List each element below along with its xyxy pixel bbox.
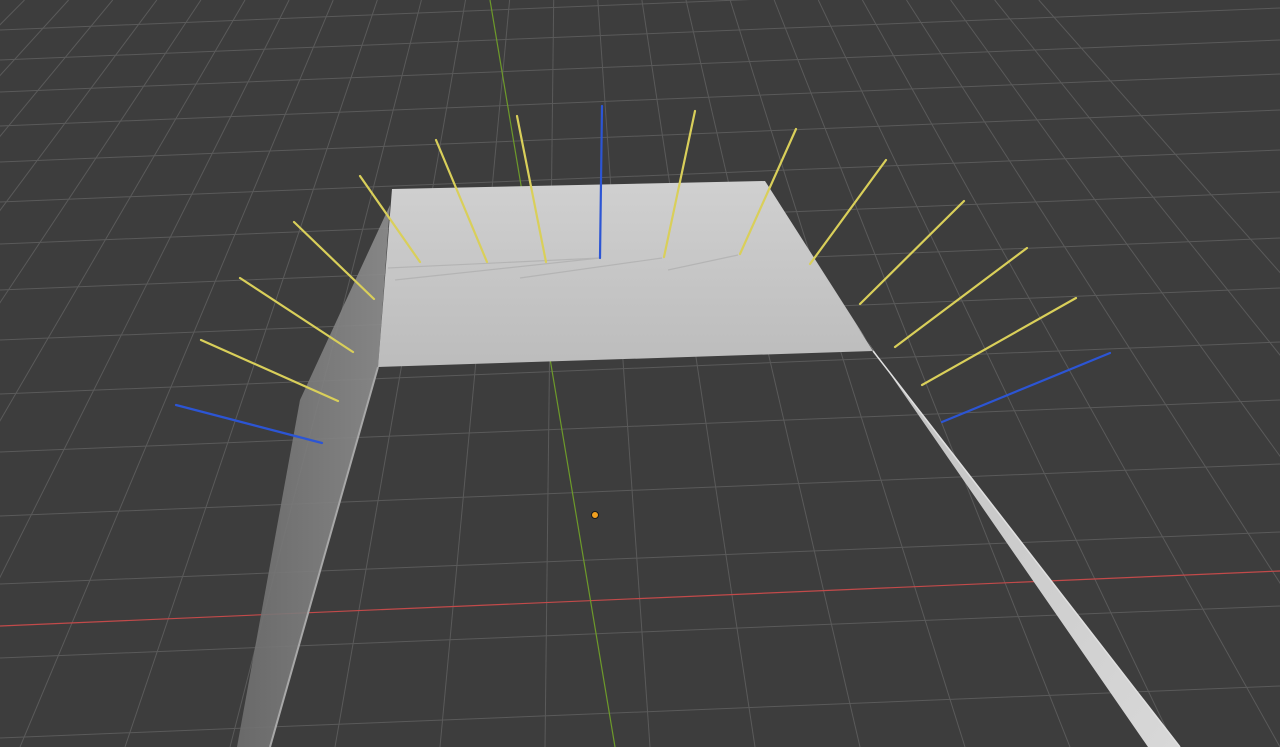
grid-line [0,531,1280,585]
normal-line [893,246,1029,349]
grid-line [0,0,114,138]
grid-line [0,7,1280,61]
grid-line [773,0,1071,747]
object-origin-icon[interactable] [591,511,599,519]
grid-line [0,0,751,31]
grid-line [0,0,25,26]
grid-line [0,399,1280,453]
grid-line [0,0,158,212]
grid-line [0,39,1280,93]
grid-line [0,685,1280,739]
grid-line [641,0,756,747]
mesh-left-wall[interactable] [237,205,390,747]
grid-line [0,0,202,304]
3d-viewport[interactable] [0,0,1280,747]
grid-line [0,0,246,422]
grid-line [729,0,966,747]
grid-line [0,0,69,77]
normal-line [808,158,888,266]
normal-line [858,199,966,306]
grid-line [817,0,1176,747]
mesh-right-wall[interactable] [765,181,1180,747]
grid-line [597,0,651,747]
normal-line [238,276,355,354]
grid-line [685,0,861,747]
selected-normal-line [940,351,1112,424]
x-axis-line [0,570,1280,627]
grid-line [0,463,1280,517]
viewport-canvas[interactable] [0,0,1280,747]
grid-line [0,0,290,579]
